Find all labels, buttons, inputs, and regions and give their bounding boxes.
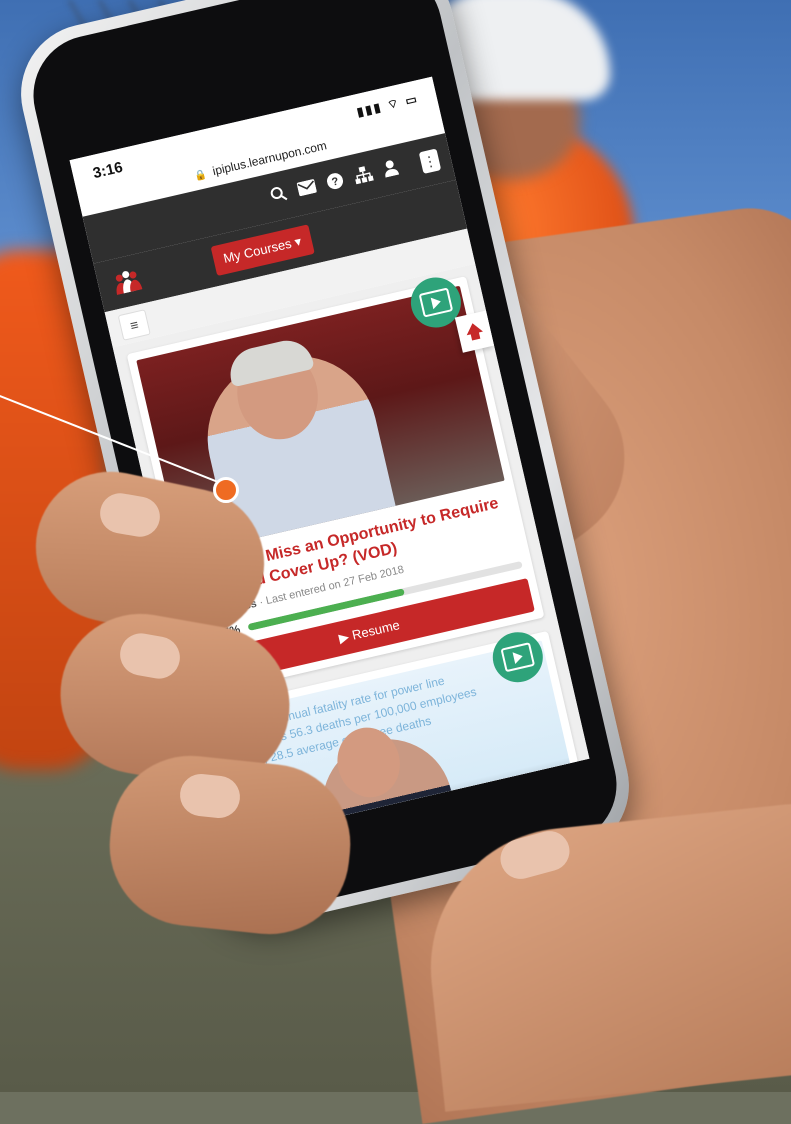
user-icon[interactable] [382, 158, 400, 182]
search-icon[interactable] [269, 184, 289, 208]
lock-icon: 🔒 [193, 168, 209, 183]
help-icon[interactable]: ? [325, 171, 345, 195]
signal-wifi-battery-icon: ▮▮▮ ⌔ ▭ [355, 91, 421, 120]
status-time: 3:16 [91, 158, 125, 183]
org-chart-icon[interactable] [353, 164, 375, 189]
annotation-hotspot[interactable] [213, 477, 239, 503]
mail-icon[interactable] [296, 178, 318, 201]
logo-icon[interactable] [110, 267, 144, 296]
hamburger-menu-button[interactable]: ≡ [117, 309, 151, 341]
more-options-button[interactable]: ⋮ [418, 148, 442, 174]
